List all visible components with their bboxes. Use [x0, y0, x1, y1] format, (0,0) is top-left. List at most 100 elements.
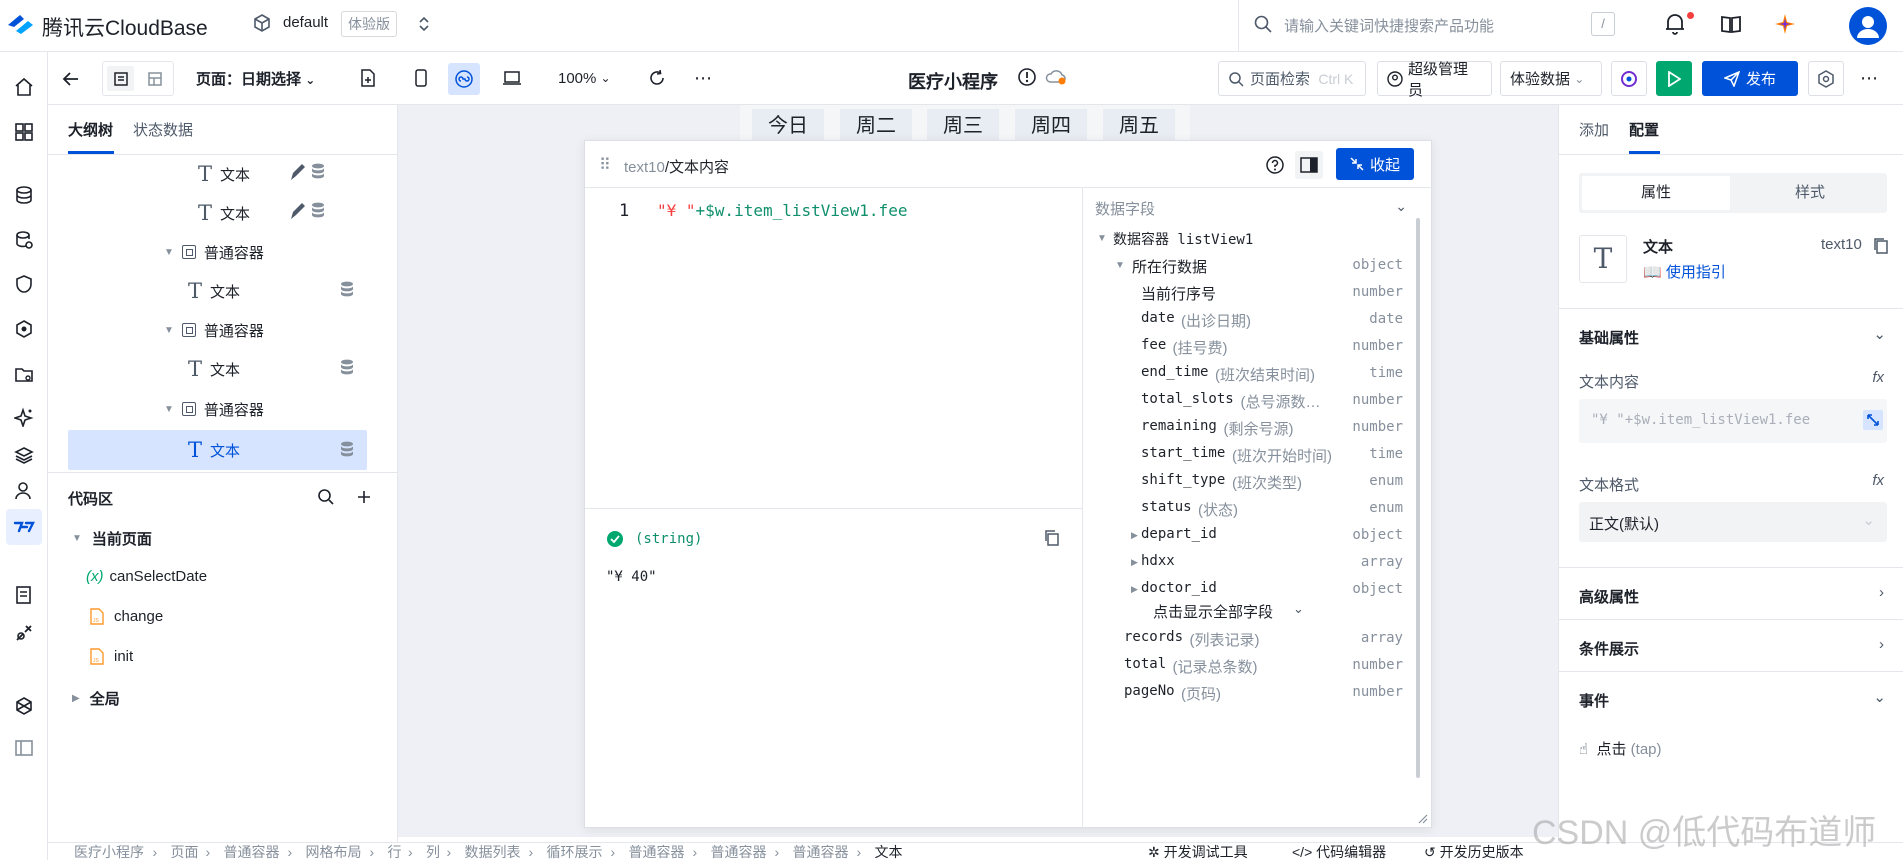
page-search-button[interactable]: 页面检索 Ctrl K: [1218, 61, 1366, 96]
day-tab[interactable]: 周五: [1103, 109, 1175, 143]
chevron-down-icon[interactable]: ⌄: [1395, 198, 1407, 215]
app-title[interactable]: 医疗小程序: [908, 68, 998, 94]
cloud-sync-icon[interactable]: [1044, 66, 1068, 88]
segment-props[interactable]: 属性: [1582, 176, 1730, 210]
code-item-handler[interactable]: JS init: [90, 648, 133, 665]
tab-config[interactable]: 配置: [1629, 119, 1659, 140]
expand-caret-icon[interactable]: ▼: [164, 325, 174, 336]
more-icon[interactable]: ⋯: [690, 65, 716, 91]
brand-name[interactable]: 腾讯云CloudBase: [42, 12, 208, 42]
desktop-view-icon[interactable]: [498, 65, 526, 91]
layers-icon[interactable]: [6, 437, 42, 473]
collapse-button[interactable]: 收起: [1336, 148, 1414, 180]
events-title[interactable]: 事件: [1579, 690, 1609, 711]
tree-node-text[interactable]: T 文本: [198, 155, 250, 193]
breadcrumb-item[interactable]: 循环展示: [547, 843, 603, 861]
text-content-input[interactable]: "¥ "+$w.item_listView1.fee: [1579, 399, 1887, 443]
day-tab[interactable]: 周三: [927, 109, 999, 143]
ai-assistant-icon[interactable]: [1773, 12, 1797, 36]
tree-node-container[interactable]: ▼ 普通容器: [164, 311, 264, 349]
field-row[interactable]: remaining (剩余号源) number: [1083, 414, 1423, 441]
field-row[interactable]: 当前行序号 number: [1083, 279, 1423, 306]
user-avatar[interactable]: [1849, 7, 1887, 45]
tab-state-data[interactable]: 状态数据: [133, 119, 193, 140]
breadcrumb-item[interactable]: 医疗小程序: [74, 843, 144, 861]
refresh-icon[interactable]: [644, 65, 670, 91]
collapsed-caret-icon[interactable]: ▶: [1131, 530, 1138, 541]
data-model-icon[interactable]: [6, 222, 42, 258]
workflow-icon[interactable]: [6, 311, 42, 347]
breadcrumb-item[interactable]: 网格布局: [306, 843, 362, 861]
breadcrumb-item[interactable]: 数据列表: [465, 843, 521, 861]
basic-props-title[interactable]: 基础属性: [1579, 327, 1639, 348]
env-switch-icon[interactable]: [418, 14, 430, 34]
day-tab[interactable]: 今日: [752, 109, 824, 143]
storage-icon[interactable]: [6, 357, 42, 393]
collapsed-caret-icon[interactable]: ▶: [1131, 557, 1138, 568]
help-icon[interactable]: [1265, 155, 1285, 175]
collapse-sidebar-icon[interactable]: [6, 730, 42, 766]
add-page-icon[interactable]: [356, 66, 380, 90]
tree-node-text[interactable]: T 文本: [198, 194, 250, 232]
info-icon[interactable]: [1016, 66, 1038, 88]
field-row[interactable]: ▶ hdxx array: [1083, 549, 1423, 576]
chevron-down-icon[interactable]: ⌄: [1873, 688, 1886, 706]
field-row[interactable]: start_time (班次开始时间) time: [1083, 441, 1423, 468]
bell-icon[interactable]: [1664, 12, 1686, 36]
extensions-icon[interactable]: [6, 615, 42, 651]
copy-icon[interactable]: [1043, 529, 1061, 547]
search-icon[interactable]: [317, 488, 335, 506]
add-icon[interactable]: [355, 488, 373, 506]
history-button[interactable]: ↺ 开发历史版本: [1424, 843, 1524, 861]
user-management-icon[interactable]: [6, 473, 42, 509]
apps-grid-icon[interactable]: [6, 114, 42, 150]
code-editor-button[interactable]: </> 代码编辑器: [1292, 843, 1386, 861]
conditional-display-section[interactable]: 条件展示 ›: [1559, 619, 1903, 671]
side-panel-toggle-icon[interactable]: [1295, 151, 1323, 179]
ai-sparkle-icon[interactable]: [6, 399, 42, 435]
mobile-view-icon[interactable]: [408, 65, 434, 91]
drag-handle-icon[interactable]: ⠿: [599, 155, 611, 175]
role-button[interactable]: 超级管理员: [1377, 61, 1492, 99]
page-list-icon[interactable]: [107, 66, 134, 91]
fx-icon[interactable]: fx: [1872, 472, 1884, 489]
field-row[interactable]: ▶ depart_id object: [1083, 522, 1423, 549]
field-row[interactable]: end_time (班次结束时间) time: [1083, 360, 1423, 387]
code-item-variable[interactable]: (x) canSelectDate: [86, 568, 207, 585]
day-tab[interactable]: 周四: [1015, 109, 1087, 143]
breadcrumb-item[interactable]: 列: [426, 843, 440, 861]
back-arrow-icon[interactable]: [56, 64, 86, 94]
field-row[interactable]: total_slots (总号源数… number: [1083, 387, 1423, 414]
resize-handle-icon[interactable]: [1416, 812, 1428, 824]
debug-tools-button[interactable]: ✲ 开发调试工具: [1148, 843, 1248, 861]
database-icon[interactable]: [6, 177, 42, 213]
chevron-down-icon[interactable]: ⌄: [1873, 325, 1886, 343]
lowcode-apps-icon[interactable]: [6, 509, 42, 545]
event-click-item[interactable]: ☝ 点击 (tap): [1579, 738, 1662, 759]
tree-node-text[interactable]: T 文本: [188, 272, 240, 310]
breadcrumb-item[interactable]: 文本: [875, 843, 903, 861]
global-search[interactable]: 请输入关键词快捷搜索产品功能 /: [1238, 0, 1630, 52]
breadcrumb-item[interactable]: 页面: [171, 843, 199, 861]
tab-add[interactable]: 添加: [1579, 119, 1609, 140]
miniprogram-view-icon[interactable]: [448, 63, 480, 95]
env-name[interactable]: default: [283, 14, 328, 31]
data-mode-select[interactable]: 体验数据 ⌄: [1500, 61, 1602, 96]
code-editor-input[interactable]: "¥ "+$w.item_listView1.fee: [657, 201, 907, 220]
field-row[interactable]: total (记录总条数) number: [1083, 652, 1423, 679]
field-row[interactable]: fee (挂号费) number: [1083, 333, 1423, 360]
current-page-group[interactable]: ▼ 当前页面: [72, 528, 152, 549]
field-row[interactable]: date (出诊日期) date: [1083, 306, 1423, 333]
field-row[interactable]: pageNo (页码) number: [1083, 679, 1423, 706]
home-icon[interactable]: [6, 69, 42, 105]
copy-icon[interactable]: [1873, 237, 1889, 255]
zoom-selector[interactable]: 100% ⌄: [558, 66, 611, 90]
day-tab[interactable]: 周二: [840, 109, 912, 143]
field-row[interactable]: status (状态) enum: [1083, 495, 1423, 522]
tree-node-container[interactable]: ▼ 普通容器: [164, 233, 264, 271]
expand-caret-icon[interactable]: ▼: [164, 247, 174, 258]
field-row[interactable]: shift_type (班次类型) enum: [1083, 468, 1423, 495]
segment-style[interactable]: 样式: [1736, 176, 1884, 210]
settings-gear-icon[interactable]: [1808, 61, 1844, 96]
fx-icon[interactable]: fx: [1872, 369, 1884, 386]
